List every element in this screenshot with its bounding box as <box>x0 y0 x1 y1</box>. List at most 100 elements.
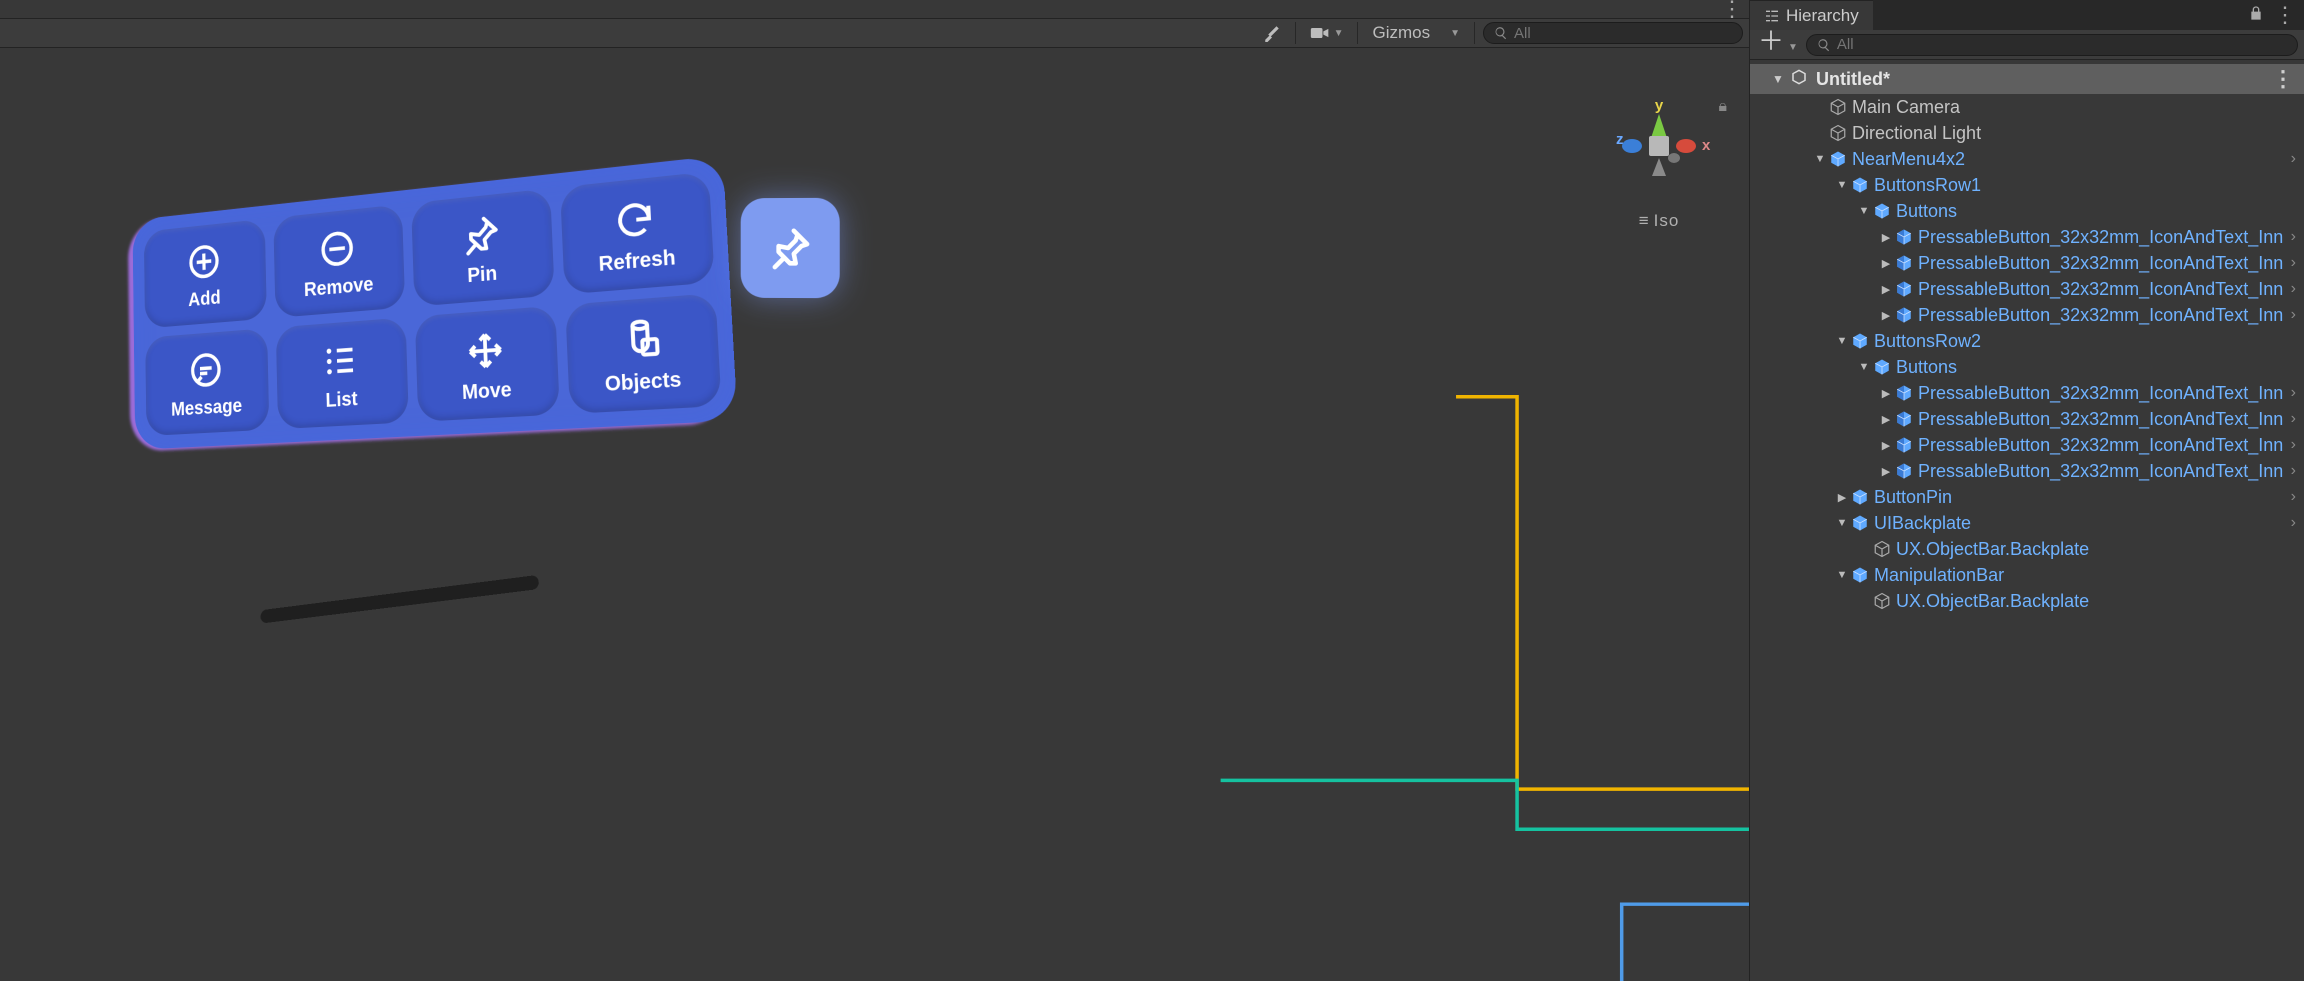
scene-search-field[interactable] <box>1483 22 1743 44</box>
hierarchy-row[interactable]: UX.ObjectBar.Backplate <box>1750 588 2304 614</box>
fold-caret-icon[interactable]: ▼ <box>1812 153 1828 165</box>
fold-caret-icon[interactable]: ▼ <box>1856 205 1872 217</box>
fold-caret-icon[interactable]: ▶ <box>1878 465 1894 478</box>
hierarchy-row[interactable]: UX.ObjectBar.Backplate <box>1750 536 2304 562</box>
fold-caret-icon[interactable]: ▶ <box>1878 283 1894 296</box>
scene-name-label: Untitled* <box>1816 69 1890 90</box>
near-menu-button-list[interactable]: List <box>275 317 409 429</box>
fold-caret-icon[interactable]: ▼ <box>1834 179 1850 191</box>
near-menu-button-refresh[interactable]: Refresh <box>559 171 714 294</box>
open-prefab-chevron-icon[interactable]: › <box>2291 228 2296 246</box>
hierarchy-row[interactable]: ▼NearMenu4x2› <box>1750 146 2304 172</box>
svg-text:y: y <box>1655 98 1664 114</box>
hierarchy-row[interactable]: ▶PressableButton_32x32mm_IconAndText_Inn… <box>1750 224 2304 250</box>
panel-lock-icon[interactable] <box>2248 5 2264 26</box>
panel-menu-icon[interactable]: ⋮ <box>2274 8 2296 22</box>
open-prefab-chevron-icon[interactable]: › <box>2291 514 2296 532</box>
hierarchy-row[interactable]: ▶ PressableButton_32x32mm_IconAndText_Inn… <box>1750 276 2304 302</box>
open-prefab-chevron-icon[interactable]: › <box>2291 280 2296 298</box>
scene-pane-menu-icon[interactable]: ⋮ <box>1721 0 1743 18</box>
hierarchy-row[interactable]: ▶PressableButton_32x32mm_IconAndText_Inn… <box>1750 406 2304 432</box>
hierarchy-row[interactable]: ▶PressableButton_32x32mm_IconAndText_Inn… <box>1750 250 2304 276</box>
gameobject-icon <box>1872 591 1892 611</box>
scene-context-menu-icon[interactable]: ⋮ <box>2272 66 2294 92</box>
hierarchy-row[interactable]: ▼ Buttons <box>1750 198 2304 224</box>
hierarchy-row[interactable]: ▼Buttons <box>1750 354 2304 380</box>
prefab-icon <box>1894 305 1914 325</box>
orientation-gizmo[interactable]: y z x 🔒︎ ≡Iso <box>1599 98 1719 231</box>
prefab-icon <box>1850 331 1870 351</box>
open-prefab-chevron-icon[interactable]: › <box>2291 150 2296 168</box>
hierarchy-row[interactable]: ▼ ButtonsRow2 <box>1750 328 2304 354</box>
fold-caret-icon[interactable]: ▶ <box>1878 257 1894 270</box>
hierarchy-row[interactable]: ▶ ButtonPin › <box>1750 484 2304 510</box>
prefab-icon <box>1850 487 1870 507</box>
fold-caret-icon[interactable]: ▶ <box>1878 413 1894 426</box>
open-prefab-chevron-icon[interactable]: › <box>2291 462 2296 480</box>
fold-caret-icon[interactable]: ▶ <box>1834 491 1850 504</box>
caret-down-icon: ▼ <box>1450 28 1460 39</box>
fold-caret-icon[interactable]: ▶ <box>1878 309 1894 322</box>
near-menu-button-move[interactable]: Move <box>415 306 560 422</box>
tab-hierarchy[interactable]: Hierarchy <box>1750 0 1873 30</box>
hierarchy-search-field[interactable] <box>1806 34 2298 56</box>
tools-toggle-button[interactable] <box>1257 21 1287 45</box>
objects-icon <box>618 316 664 363</box>
gizmos-dropdown-button[interactable]: Gizmos <box>1366 21 1436 45</box>
near-menu-button-remove[interactable]: Remove <box>273 204 405 318</box>
gizmos-caret-button[interactable]: ▼ <box>1440 21 1466 45</box>
hierarchy-row-label: Directional Light <box>1852 123 1981 144</box>
hierarchy-row[interactable]: ▶PressableButton_32x32mm_IconAndText_Inn… <box>1750 432 2304 458</box>
open-prefab-chevron-icon[interactable]: › <box>2291 254 2296 272</box>
near-menu-button-message[interactable]: Message <box>145 328 269 436</box>
hierarchy-row[interactable]: Directional Light <box>1750 120 2304 146</box>
near-menu-preview[interactable]: Add RemovePinRefresh MessageListMoveObject… <box>132 155 737 450</box>
hierarchy-row-label: ButtonPin <box>1874 487 1952 508</box>
gameobject-icon <box>1872 539 1892 559</box>
open-prefab-chevron-icon[interactable]: › <box>2291 488 2296 506</box>
open-prefab-chevron-icon[interactable]: › <box>2291 384 2296 402</box>
hierarchy-row-label: ButtonsRow1 <box>1874 175 1981 196</box>
fold-caret-icon[interactable]: ▼ <box>1834 335 1850 347</box>
hierarchy-row[interactable]: ▼ UIBackplate › <box>1750 510 2304 536</box>
prefab-icon <box>1894 435 1914 455</box>
hierarchy-row[interactable]: ▶PressableButton_32x32mm_IconAndText_Inn… <box>1750 302 2304 328</box>
manipulation-bar-preview[interactable] <box>260 575 539 624</box>
toolbar-separator <box>1474 22 1475 44</box>
hierarchy-row-label: UIBackplate <box>1874 513 1971 534</box>
fold-caret-icon[interactable]: ▶ <box>1878 231 1894 244</box>
search-icon <box>1494 26 1508 40</box>
scene-viewport[interactable]: y z x 🔒︎ ≡Iso Add RemovePinRefresh Message… <box>0 48 1749 981</box>
hierarchy-row[interactable]: ▶PressableButton_32x32mm_IconAndText_Inn… <box>1750 380 2304 406</box>
camera-mode-button[interactable]: ▼ <box>1304 21 1350 45</box>
hierarchy-row-label: PressableButton_32x32mm_IconAndText_Inn <box>1918 279 2283 300</box>
open-prefab-chevron-icon[interactable]: › <box>2291 410 2296 428</box>
open-prefab-chevron-icon[interactable]: › <box>2291 436 2296 454</box>
hierarchy-row[interactable]: ▶PressableButton_32x32mm_IconAndText_Inn… <box>1750 458 2304 484</box>
fold-caret-icon[interactable]: ▼ <box>1834 569 1850 581</box>
near-menu-button-pin[interactable]: Pin <box>411 188 554 306</box>
scene-search-input[interactable] <box>1514 25 1732 42</box>
near-menu-button-add[interactable]: Add <box>144 219 267 329</box>
fold-caret-icon[interactable]: ▶ <box>1878 387 1894 400</box>
gameobject-icon <box>1828 97 1848 117</box>
projection-toggle[interactable]: ≡Iso <box>1599 211 1719 231</box>
open-prefab-chevron-icon[interactable]: › <box>2291 306 2296 324</box>
hierarchy-search-input[interactable] <box>1837 36 2287 53</box>
fold-caret-icon[interactable]: ▶ <box>1878 439 1894 452</box>
scene-row[interactable]: ▼ Untitled* ⋮ <box>1750 64 2304 94</box>
hierarchy-row-label: Buttons <box>1896 201 1957 222</box>
fold-caret-icon[interactable]: ▼ <box>1856 361 1872 373</box>
gizmo-lock-icon[interactable]: 🔒︎ <box>1718 98 1727 116</box>
hierarchy-row-label: ButtonsRow2 <box>1874 331 1981 352</box>
hierarchy-row[interactable]: ▼ManipulationBar <box>1750 562 2304 588</box>
fold-caret-icon[interactable]: ▼ <box>1834 517 1850 529</box>
scene-view-pane: ⋮ ▼ Gizmos ▼ y z x <box>0 0 1749 981</box>
hierarchy-row[interactable]: Main Camera <box>1750 94 2304 120</box>
button-pin-preview[interactable] <box>741 198 840 298</box>
create-dropdown-button[interactable]: ＋▼ <box>1756 31 1800 58</box>
near-menu-button-objects[interactable]: Objects <box>565 293 722 414</box>
hierarchy-row[interactable]: ▼ ButtonsRow1 <box>1750 172 2304 198</box>
fold-caret-icon[interactable]: ▼ <box>1772 72 1784 86</box>
near-menu-button-label: Add <box>188 287 221 311</box>
